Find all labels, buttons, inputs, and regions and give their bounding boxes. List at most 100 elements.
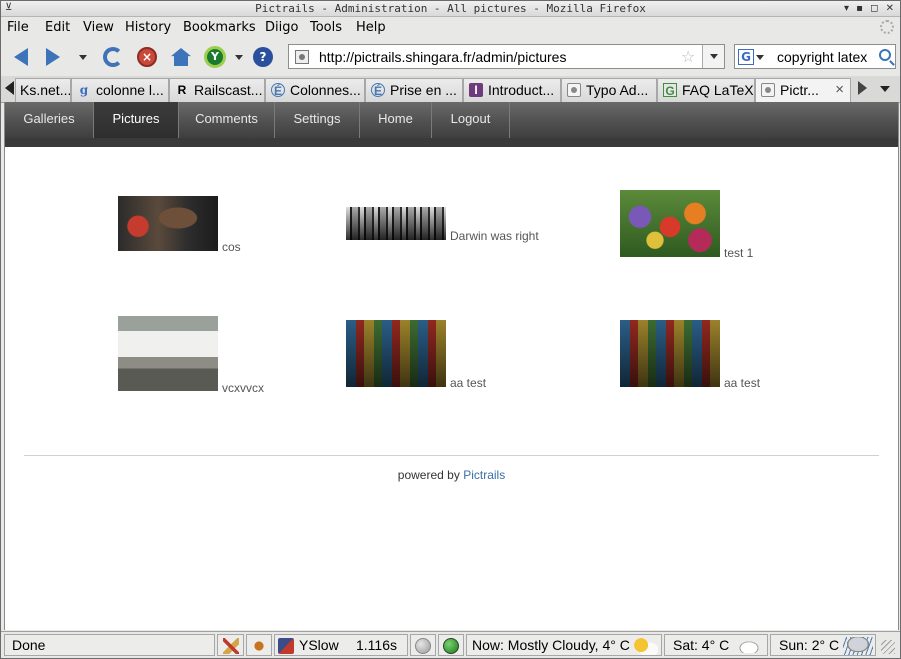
tab-prise-en[interactable]: É Prise en ... (365, 78, 463, 102)
picture-caption[interactable]: aa test (450, 376, 486, 390)
reload-button[interactable] (101, 45, 125, 69)
yslow-toolbar-button[interactable]: Y (203, 45, 227, 69)
tab-strip: Ks.net... g colonne l... R Railscast... … (1, 76, 900, 103)
search-input[interactable]: copyright latex (777, 49, 867, 65)
footer-prefix: powered by (397, 468, 460, 482)
picture-thumbnail[interactable] (620, 190, 720, 257)
e-icon: É (371, 83, 385, 98)
picture-caption[interactable]: test 1 (724, 246, 753, 260)
e-icon: É (271, 83, 285, 98)
green-ball-icon (443, 638, 459, 654)
tab-label: Railscast... (194, 82, 263, 98)
reload-icon (103, 47, 123, 67)
weather-saturday[interactable]: Sat: 4° C (664, 634, 768, 656)
tab-faq-latex[interactable]: G FAQ LaTeX (657, 78, 755, 102)
window-controls[interactable]: ▾ ▪ ◻ ✕ (844, 1, 896, 17)
tab-label: Ks.net... (20, 82, 71, 98)
pictrails-link[interactable]: Pictrails (463, 468, 505, 482)
weather-sat-text: Sat: 4° C (673, 637, 730, 653)
menu-file[interactable]: File (7, 19, 29, 36)
tab-label: colonne l... (96, 82, 164, 98)
site-identity-icon[interactable] (295, 50, 309, 64)
nav-settings[interactable]: Settings (275, 102, 360, 138)
site-navigation: Galleries Pictures Comments Settings Hom… (5, 102, 898, 147)
tab-pictrails[interactable]: Pictr... × (755, 78, 851, 103)
picture-thumbnail[interactable] (346, 207, 446, 240)
broom-icon (223, 638, 239, 654)
tab-ksnet[interactable]: Ks.net... (15, 78, 71, 102)
tab-label: Prise en ... (390, 82, 457, 98)
back-arrow-icon (14, 48, 28, 66)
picture-caption[interactable]: Darwin was right (450, 229, 539, 243)
firebug-status[interactable] (246, 634, 272, 656)
grey-ball-icon (415, 638, 431, 654)
bookmark-star-icon[interactable]: ☆ (681, 47, 695, 66)
back-button[interactable] (9, 45, 33, 69)
nav-comments[interactable]: Comments (179, 102, 275, 138)
menu-tools[interactable]: Tools (310, 19, 342, 36)
nav-galleries[interactable]: Galleries (5, 102, 94, 138)
address-bar[interactable]: http://pictrails.shingara.fr/admin/pictu… (288, 44, 725, 69)
tab-label: Colonnes... (290, 82, 361, 98)
tab-scroll-right-icon[interactable] (858, 81, 867, 95)
tab-label: Introduct... (488, 82, 555, 98)
footer-divider (24, 455, 879, 456)
nav-logout[interactable]: Logout (432, 102, 510, 138)
tab-colonne[interactable]: g colonne l... (71, 78, 169, 102)
url-history-dropdown[interactable] (702, 45, 724, 68)
forward-button[interactable] (41, 45, 65, 69)
close-tab-icon[interactable]: × (835, 79, 844, 101)
search-engine-selector[interactable]: G (738, 48, 770, 66)
stop-button[interactable]: × (135, 45, 159, 69)
status-indicator-grey[interactable] (410, 634, 436, 656)
title-bar: ⊻ Pictrails - Administration - All pictu… (1, 1, 900, 17)
yslow-icon (278, 638, 294, 654)
picture-thumbnail[interactable] (346, 320, 446, 387)
nav-home[interactable]: Home (360, 102, 432, 138)
url-input[interactable]: http://pictrails.shingara.fr/admin/pictu… (319, 49, 566, 65)
tab-label: Typo Ad... (586, 82, 649, 98)
nav-pictures[interactable]: Pictures (94, 102, 179, 138)
tab-label: Pictr... (780, 82, 819, 98)
tidy-status[interactable] (217, 634, 244, 656)
menu-edit[interactable]: Edit (45, 19, 70, 36)
search-icon[interactable] (879, 49, 891, 61)
tab-introduct[interactable]: I Introduct... (463, 78, 561, 102)
chevron-down-icon (235, 54, 243, 60)
chevron-down-icon (709, 54, 718, 59)
menu-view[interactable]: View (83, 19, 114, 36)
picture-caption[interactable]: cos (222, 240, 241, 254)
yslow-status[interactable]: YSlow 1.116s (274, 634, 408, 656)
tab-scroll-left-icon[interactable] (5, 81, 14, 95)
search-box[interactable]: G copyright latex (734, 44, 896, 69)
menu-bookmarks[interactable]: Bookmarks (183, 19, 256, 36)
weather-now[interactable]: Now: Mostly Cloudy, 4° C (466, 634, 662, 656)
picture-caption[interactable]: vcxvvcx (222, 381, 264, 395)
menu-diigo[interactable]: Diigo (265, 19, 298, 36)
status-indicator-green[interactable] (438, 634, 464, 656)
picture-caption[interactable]: aa test (724, 376, 760, 390)
tab-typo-admin[interactable]: Typo Ad... (561, 78, 657, 102)
tab-list-dropdown-icon[interactable] (880, 86, 890, 92)
tab-colonnes[interactable]: É Colonnes... (265, 78, 365, 102)
google-icon: g (79, 83, 89, 97)
menu-history[interactable]: History (125, 19, 171, 36)
picture-thumbnail[interactable] (118, 316, 218, 391)
weather-sunday[interactable]: Sun: 2° C (770, 634, 876, 656)
help-toolbar-button[interactable]: ? (251, 45, 275, 69)
yslow-label: YSlow (299, 637, 339, 653)
tab-railscasts[interactable]: R Railscast... (169, 78, 265, 102)
chevron-down-icon (756, 54, 764, 60)
history-dropdown-button[interactable] (73, 45, 93, 69)
yslow-dropdown-button[interactable] (229, 45, 249, 69)
home-button[interactable] (169, 45, 193, 69)
weather-now-text: Now: Mostly Cloudy, 4° C (472, 637, 630, 653)
menu-bar: File Edit View History Bookmarks Diigo T… (1, 17, 900, 38)
menu-help[interactable]: Help (356, 19, 386, 36)
yslow-time: 1.116s (356, 637, 397, 653)
picture-thumbnail[interactable] (118, 196, 218, 251)
chevron-down-icon (79, 54, 87, 60)
resize-grip-icon[interactable] (881, 640, 895, 654)
y-icon: Y (204, 46, 226, 68)
picture-thumbnail[interactable] (620, 320, 720, 387)
